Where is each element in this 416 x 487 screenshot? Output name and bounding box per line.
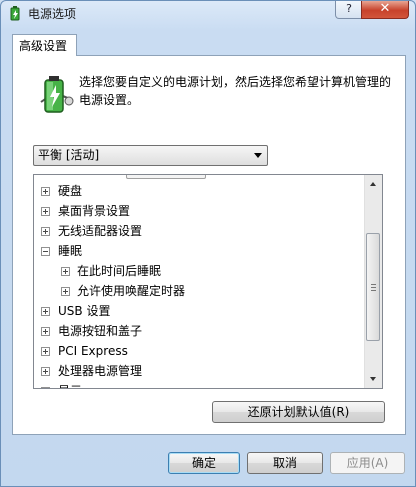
partial-control-edge bbox=[126, 175, 206, 179]
power-plan-select[interactable]: 平衡 [活动] bbox=[33, 145, 268, 166]
expand-icon[interactable] bbox=[61, 287, 70, 296]
settings-tree[interactable]: 硬盘 桌面背景设置 无线适配器设置 睡眠 在此时间后睡眠 允许使用唤醒定时器 U… bbox=[33, 174, 383, 389]
scroll-down-button[interactable] bbox=[365, 371, 382, 388]
arrow-down-icon bbox=[370, 377, 376, 381]
expand-icon[interactable] bbox=[61, 267, 70, 276]
tree-item-processor-power[interactable]: 处理器电源管理 bbox=[34, 361, 364, 381]
scroll-up-button[interactable] bbox=[365, 175, 382, 192]
grip-line bbox=[371, 287, 376, 288]
power-plan-value: 平衡 [活动] bbox=[38, 148, 100, 162]
grip-line bbox=[371, 284, 376, 285]
battery-icon bbox=[40, 76, 74, 113]
tree-item-hard-disk[interactable]: 硬盘 bbox=[34, 181, 364, 201]
cancel-button[interactable]: 取消 bbox=[247, 452, 323, 474]
window-title: 电源选项 bbox=[28, 7, 77, 21]
tree-item-wireless-adapter[interactable]: 无线适配器设置 bbox=[34, 221, 364, 241]
tree-item-sleep-after[interactable]: 在此时间后睡眠 bbox=[34, 261, 364, 281]
arrow-up-icon bbox=[370, 182, 376, 186]
tree-item-display[interactable]: 显示 bbox=[34, 381, 364, 388]
tree-item-usb-settings[interactable]: USB 设置 bbox=[34, 301, 364, 321]
expand-icon[interactable] bbox=[41, 307, 50, 316]
help-button[interactable]: ? bbox=[335, 1, 363, 19]
title-bar[interactable]: 电源选项 ? ✕ bbox=[1, 1, 415, 27]
grip-line bbox=[371, 290, 376, 291]
tree-item-desktop-background[interactable]: 桌面背景设置 bbox=[34, 201, 364, 221]
scrollbar-thumb[interactable] bbox=[366, 233, 380, 341]
collapse-icon[interactable] bbox=[41, 247, 50, 256]
ok-button[interactable]: 确定 bbox=[168, 452, 240, 474]
tab-advanced-settings[interactable]: 高级设置 bbox=[12, 34, 77, 56]
expand-icon[interactable] bbox=[41, 227, 50, 236]
expand-icon[interactable] bbox=[41, 347, 50, 356]
tree-scrollbar[interactable] bbox=[364, 175, 382, 388]
power-options-icon bbox=[10, 6, 20, 21]
tree-item-sleep[interactable]: 睡眠 bbox=[34, 241, 364, 261]
expand-icon[interactable] bbox=[41, 207, 50, 216]
description-text: 选择您要自定义的电源计划，然后选择您希望计算机管理的电源设置。 bbox=[79, 75, 392, 107]
tree-item-power-buttons-lid[interactable]: 电源按钮和盖子 bbox=[34, 321, 364, 341]
expand-icon[interactable] bbox=[41, 327, 50, 336]
tree-item-wake-timers[interactable]: 允许使用唤醒定时器 bbox=[34, 281, 364, 301]
tree-item-pci-express[interactable]: PCI Express bbox=[34, 341, 364, 361]
chevron-down-icon bbox=[254, 153, 262, 158]
power-options-window: 电源选项 ? ✕ 高级设置 选择您要自定义的电源计划，然后选择您希望计算机管理的… bbox=[0, 0, 416, 487]
advanced-settings-panel: 选择您要自定义的电源计划，然后选择您希望计算机管理的电源设置。 平衡 [活动] … bbox=[12, 55, 406, 435]
apply-button[interactable]: 应用(A) bbox=[330, 452, 405, 474]
expand-icon[interactable] bbox=[41, 387, 50, 388]
close-button[interactable]: ✕ bbox=[361, 1, 409, 19]
expand-icon[interactable] bbox=[41, 187, 50, 196]
expand-icon[interactable] bbox=[41, 367, 50, 376]
restore-defaults-button[interactable]: 还原计划默认值(R) bbox=[212, 401, 385, 423]
